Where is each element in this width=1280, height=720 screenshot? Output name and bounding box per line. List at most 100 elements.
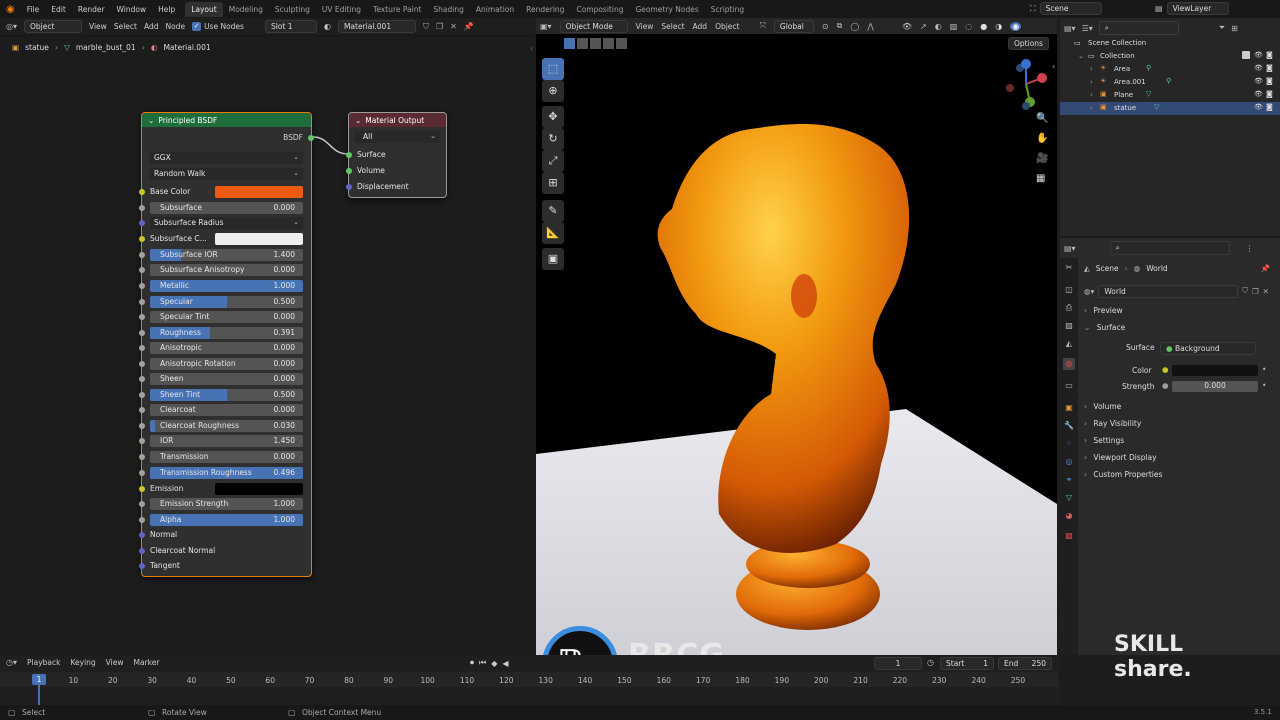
tangent-socket[interactable] <box>139 563 145 569</box>
transform-tool-icon[interactable]: ⊞ <box>542 172 564 194</box>
camera-icon[interactable]: 🎥 <box>1036 153 1048 164</box>
pan-hand-icon[interactable]: ✋ <box>1036 133 1048 144</box>
object-tab-icon[interactable]: ▣ <box>1063 402 1075 414</box>
menu-window[interactable]: Window <box>111 5 153 14</box>
render-tab-icon[interactable]: ◫ <box>1063 284 1075 296</box>
shading-wireframe-icon[interactable]: ◌ <box>965 22 972 31</box>
menu-view[interactable]: View <box>106 658 124 667</box>
mode-dropdown[interactable]: Object Mode <box>559 19 628 33</box>
tab-compositing[interactable]: Compositing <box>570 2 629 17</box>
volume-socket[interactable] <box>346 168 352 174</box>
specular-slider[interactable]: Specular 0.500 <box>150 296 303 308</box>
chevron-down-icon[interactable]: ⌄ <box>148 116 154 125</box>
tab-animation[interactable]: Animation <box>470 2 520 17</box>
eye-icon[interactable]: 👁 <box>1254 103 1263 111</box>
camera-icon[interactable]: ◙ <box>1266 103 1273 111</box>
specular-socket[interactable] <box>139 299 145 305</box>
world-name-field[interactable]: World <box>1098 284 1239 298</box>
subsurface-color-swatch[interactable] <box>215 233 303 245</box>
ior-socket[interactable] <box>139 438 145 444</box>
emission-socket[interactable] <box>139 486 145 492</box>
chevron-right-icon[interactable]: › <box>1090 65 1093 73</box>
value-socket-icon[interactable]: ● <box>1162 381 1169 390</box>
options-dropdown[interactable]: Options <box>1008 37 1049 50</box>
chevron-down-icon[interactable]: ⌄ <box>355 116 361 125</box>
transmission-slider[interactable]: Transmission 0.000 <box>150 451 303 463</box>
panel-settings[interactable]: › Settings <box>1084 436 1276 450</box>
tab-geometry-nodes[interactable]: Geometry Nodes <box>629 2 704 17</box>
subsurface-socket[interactable] <box>139 205 145 211</box>
chevron-right-icon[interactable]: › <box>1090 104 1093 112</box>
view-layer-tab-icon[interactable]: ▨ <box>1063 320 1075 332</box>
measure-tool-icon[interactable]: 📐 <box>542 222 564 244</box>
transmission-roughness-socket[interactable] <box>139 470 145 476</box>
view-layer-selector[interactable]: ▤ ViewLayer <box>1155 2 1229 15</box>
visibility-icon[interactable]: 👁 <box>902 22 912 31</box>
subsurface-method-dropdown[interactable]: Random Walk ⌄ <box>150 168 303 180</box>
add-cube-tool-icon[interactable]: ▣ <box>542 248 564 270</box>
panel-viewport-display[interactable]: › Viewport Display <box>1084 453 1276 467</box>
alpha-socket[interactable] <box>139 517 145 523</box>
menu-file[interactable]: File <box>21 5 46 14</box>
editor-type-icon[interactable]: ▤▾ <box>1064 24 1076 33</box>
menu-keying[interactable]: Keying <box>70 658 95 667</box>
subsurface-color-socket[interactable] <box>139 236 145 242</box>
select-new-icon[interactable] <box>564 38 575 49</box>
select-invert-icon[interactable] <box>603 38 614 49</box>
menu-view[interactable]: View <box>636 22 654 31</box>
clearcoat-roughness-socket[interactable] <box>139 423 145 429</box>
node-title[interactable]: ⌄ Material Output <box>349 113 446 127</box>
blender-logo-icon[interactable]: ◉ <box>0 4 21 15</box>
new-collection-icon[interactable]: ⊞ <box>1231 24 1238 33</box>
alpha-slider[interactable]: Alpha 1.000 <box>150 514 303 526</box>
surface-shader-field[interactable]: ● Background <box>1160 342 1256 355</box>
view-layer-field[interactable]: ViewLayer <box>1166 2 1229 15</box>
current-frame-field[interactable]: 1 <box>874 657 922 670</box>
eye-icon[interactable]: 👁 <box>1254 90 1263 98</box>
keyframe-dot-icon[interactable]: • <box>1262 381 1266 390</box>
outliner-scene-collection[interactable]: ▭ Scene Collection <box>1060 37 1280 50</box>
normal-socket[interactable] <box>139 532 145 538</box>
playhead[interactable]: 1 <box>32 674 46 685</box>
outliner-item-area-001[interactable]: › ☀ Area.001 ⚲ 👁 ◙ <box>1060 76 1280 89</box>
navigation-gizmo[interactable] <box>998 56 1054 112</box>
menu-object[interactable]: Object <box>715 22 739 31</box>
perspective-grid-icon[interactable]: ▦ <box>1036 173 1045 184</box>
end-frame-field[interactable]: End 250 <box>998 657 1052 670</box>
bsdf-output-socket[interactable] <box>308 135 314 141</box>
scale-tool-icon[interactable]: ⤢ <box>542 150 564 172</box>
particles-tab-icon[interactable]: ⁘ <box>1063 438 1075 450</box>
metallic-slider[interactable]: Metallic 1.000 <box>150 280 303 292</box>
chevron-right-icon[interactable]: › <box>1090 91 1093 99</box>
ior-slider[interactable]: IOR 1.450 <box>150 435 303 447</box>
subsurface-ior-slider[interactable]: Subsurface IOR 1.400 <box>150 249 303 261</box>
color-socket-icon[interactable]: ● <box>1162 365 1169 374</box>
menu-add[interactable]: Add <box>693 22 708 31</box>
xray-icon[interactable]: ▧ <box>950 22 958 31</box>
material-tab-icon[interactable]: ◕ <box>1063 510 1075 522</box>
proportional-edit-icon[interactable]: ◯ <box>850 22 859 31</box>
editor-type-icon[interactable]: ▤▾ <box>1064 244 1076 253</box>
camera-icon[interactable]: ◙ <box>1266 77 1273 85</box>
select-subtract-icon[interactable] <box>590 38 601 49</box>
move-tool-icon[interactable]: ✥ <box>542 106 564 128</box>
material-output-node[interactable]: ⌄ Material Output All ⌄ Surface Volume D… <box>346 112 447 198</box>
scene-name-field[interactable]: Scene <box>1039 2 1102 15</box>
clearcoat-normal-socket[interactable] <box>139 548 145 554</box>
cursor-tool-icon[interactable]: ⊕ <box>542 80 564 102</box>
falloff-icon[interactable]: ⋀ <box>867 22 874 31</box>
eye-icon[interactable]: 👁 <box>1254 64 1263 72</box>
sidebar-toggle-icon[interactable]: ‹ <box>530 44 533 53</box>
filter-icon[interactable]: ⏷ <box>1219 23 1225 33</box>
tab-layout[interactable]: Layout <box>185 1 223 17</box>
distribution-dropdown[interactable]: GGX ⌄ <box>150 152 303 164</box>
world-icon[interactable]: ◍▾ <box>1084 287 1094 296</box>
emission-strength-slider[interactable]: Emission Strength 1.000 <box>150 498 303 510</box>
subsurface-anisotropy-slider[interactable]: Subsurface Anisotropy 0.000 <box>150 264 303 276</box>
sheen-slider[interactable]: Sheen 0.000 <box>150 373 303 385</box>
outliner-collection[interactable]: ⌄ ▭ Collection 👁 ◙ <box>1060 50 1280 63</box>
clearcoat-socket[interactable] <box>139 407 145 413</box>
snap-icon[interactable]: ⧉ <box>837 21 843 31</box>
prev-keyframe-icon[interactable]: ◆ <box>491 659 497 668</box>
properties-search-field[interactable]: ⌕ <box>1109 241 1230 255</box>
